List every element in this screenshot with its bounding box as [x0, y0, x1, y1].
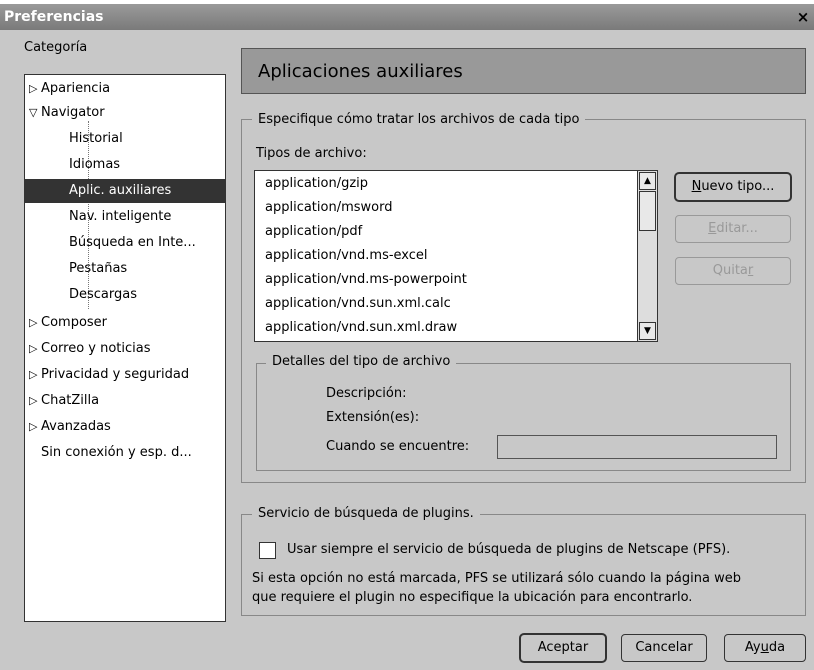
title-bar: Preferencias ×: [0, 0, 814, 30]
pfs-note-line1: Si esta opción no está marcada, PFS se u…: [252, 571, 741, 586]
collapse-icon[interactable]: ▽: [29, 101, 41, 125]
expand-icon[interactable]: ▷: [29, 337, 41, 361]
pfs-checkbox-label[interactable]: Usar siempre el servicio de búsqueda de …: [287, 542, 730, 557]
expand-icon[interactable]: ▷: [29, 311, 41, 335]
list-scrollbar[interactable]: ▲ ▼: [637, 171, 657, 341]
tree-item-sin-conexion[interactable]: Sin conexión y esp. d...: [25, 441, 241, 465]
ok-button[interactable]: Aceptar: [520, 634, 606, 662]
list-item[interactable]: application/vnd.sun.xml.calc: [265, 292, 451, 316]
extension-label: Extensión(es):: [326, 410, 420, 425]
file-types-label: Tipos de archivo:: [256, 146, 367, 161]
help-label-pre: Ay: [744, 640, 761, 655]
tree-item-label: Correo y noticias: [41, 341, 151, 356]
tree-item-descargas[interactable]: Descargas: [25, 283, 269, 307]
new-type-label-post: uevo tipo...: [701, 179, 775, 194]
list-item[interactable]: application/vnd.ms-powerpoint: [265, 268, 467, 292]
scroll-up-icon[interactable]: ▲: [639, 172, 656, 190]
close-icon[interactable]: ×: [794, 8, 812, 26]
list-item[interactable]: application/pdf: [265, 220, 362, 244]
details-group-title: Detalles del tipo de archivo: [266, 354, 457, 369]
remove-accesskey: r: [747, 263, 754, 278]
when-found-label: Cuando se encuentre:: [326, 439, 470, 454]
tree-item-label: Avanzadas: [41, 419, 111, 434]
tree-item-label: ChatZilla: [41, 393, 100, 408]
tree-item-correo[interactable]: ▷ Correo y noticias: [25, 337, 229, 361]
tree-item-nav-inteligente[interactable]: Nav. inteligente: [25, 205, 269, 229]
help-accesskey: u: [760, 640, 769, 655]
tree-item-navigator[interactable]: ▽ Navigator: [25, 101, 229, 125]
scroll-thumb[interactable]: [639, 191, 656, 231]
list-item[interactable]: application/vnd.sun.xml.draw: [265, 316, 457, 340]
list-item[interactable]: application/vnd.ms-excel: [265, 244, 428, 268]
new-type-button[interactable]: Nuevo tipo...: [675, 173, 791, 201]
tree-item-chatzilla[interactable]: ▷ ChatZilla: [25, 389, 229, 413]
scroll-down-icon[interactable]: ▼: [639, 322, 656, 340]
title-bar-background: [0, 4, 814, 30]
tree-item-label: Aplic. auxiliares: [69, 183, 172, 198]
tree-item-label: Apariencia: [41, 81, 111, 96]
file-types-group-title: Especifique cómo tratar los archivos de …: [252, 112, 586, 127]
pfs-note-line2: que requiere el plugin no especifique la…: [252, 590, 693, 605]
expand-icon[interactable]: ▷: [29, 363, 41, 387]
tree-item-label: Búsqueda en Inte...: [69, 235, 196, 250]
panel-title: Aplicaciones auxiliares: [258, 61, 463, 82]
expand-icon[interactable]: ▷: [29, 389, 41, 413]
window-title: Preferencias: [4, 9, 104, 25]
tree-item-label: Composer: [41, 315, 108, 330]
expand-icon[interactable]: ▷: [29, 415, 41, 439]
tree-item-historial[interactable]: Historial: [25, 127, 269, 151]
tree-item-composer[interactable]: ▷ Composer: [25, 311, 229, 335]
preferences-window: Preferencias × Categoría ▷ Apariencia ▽ Na…: [0, 0, 814, 670]
tree-item-privacidad[interactable]: ▷ Privacidad y seguridad: [25, 363, 229, 387]
pfs-checkbox[interactable]: [259, 542, 276, 559]
tree-item-label: Privacidad y seguridad: [41, 367, 190, 382]
description-label: Descripción:: [326, 386, 407, 401]
plugins-group-title: Servicio de búsqueda de plugins.: [252, 506, 480, 521]
edit-button[interactable]: Editar...: [675, 215, 791, 243]
category-label: Categoría: [24, 40, 88, 55]
expand-icon[interactable]: ▷: [29, 77, 41, 101]
tree-item-label: Navigator: [41, 105, 105, 120]
tree-item-label: Idiomas: [69, 157, 121, 172]
tree-item-aplic-auxiliares[interactable]: Aplic. auxiliares: [25, 179, 225, 203]
list-item[interactable]: application/gzip: [265, 172, 368, 196]
tree-item-label: Pestañas: [69, 261, 128, 276]
when-found-field[interactable]: [497, 435, 777, 459]
cancel-button[interactable]: Cancelar: [621, 634, 707, 662]
tree-item-pestanas[interactable]: Pestañas: [25, 257, 269, 281]
category-tree[interactable]: ▷ Apariencia ▽ Navigator Historial Idiomas…: [24, 74, 226, 622]
tree-item-idiomas[interactable]: Idiomas: [25, 153, 269, 177]
tree-item-label: Sin conexión y esp. d...: [41, 445, 192, 460]
help-label-post: da: [768, 640, 786, 655]
edit-label-post: ditar...: [716, 221, 758, 236]
tree-item-label: Descargas: [69, 287, 138, 302]
tree-item-label: Nav. inteligente: [69, 209, 172, 224]
remove-label-pre: Quita: [712, 263, 748, 278]
tree-item-busqueda[interactable]: Búsqueda en Inte...: [25, 231, 269, 255]
file-types-list[interactable]: application/gzip application/msword appl…: [254, 170, 658, 342]
tree-item-avanzadas[interactable]: ▷ Avanzadas: [25, 415, 229, 439]
tree-item-apariencia[interactable]: ▷ Apariencia: [25, 77, 229, 101]
help-button[interactable]: Ayuda: [724, 634, 806, 662]
tree-item-label: Historial: [69, 131, 123, 146]
new-type-accesskey: N: [691, 179, 702, 194]
panel-header: Aplicaciones auxiliares: [241, 48, 806, 94]
remove-button[interactable]: Quitar: [675, 257, 791, 285]
list-item[interactable]: application/msword: [265, 196, 392, 220]
